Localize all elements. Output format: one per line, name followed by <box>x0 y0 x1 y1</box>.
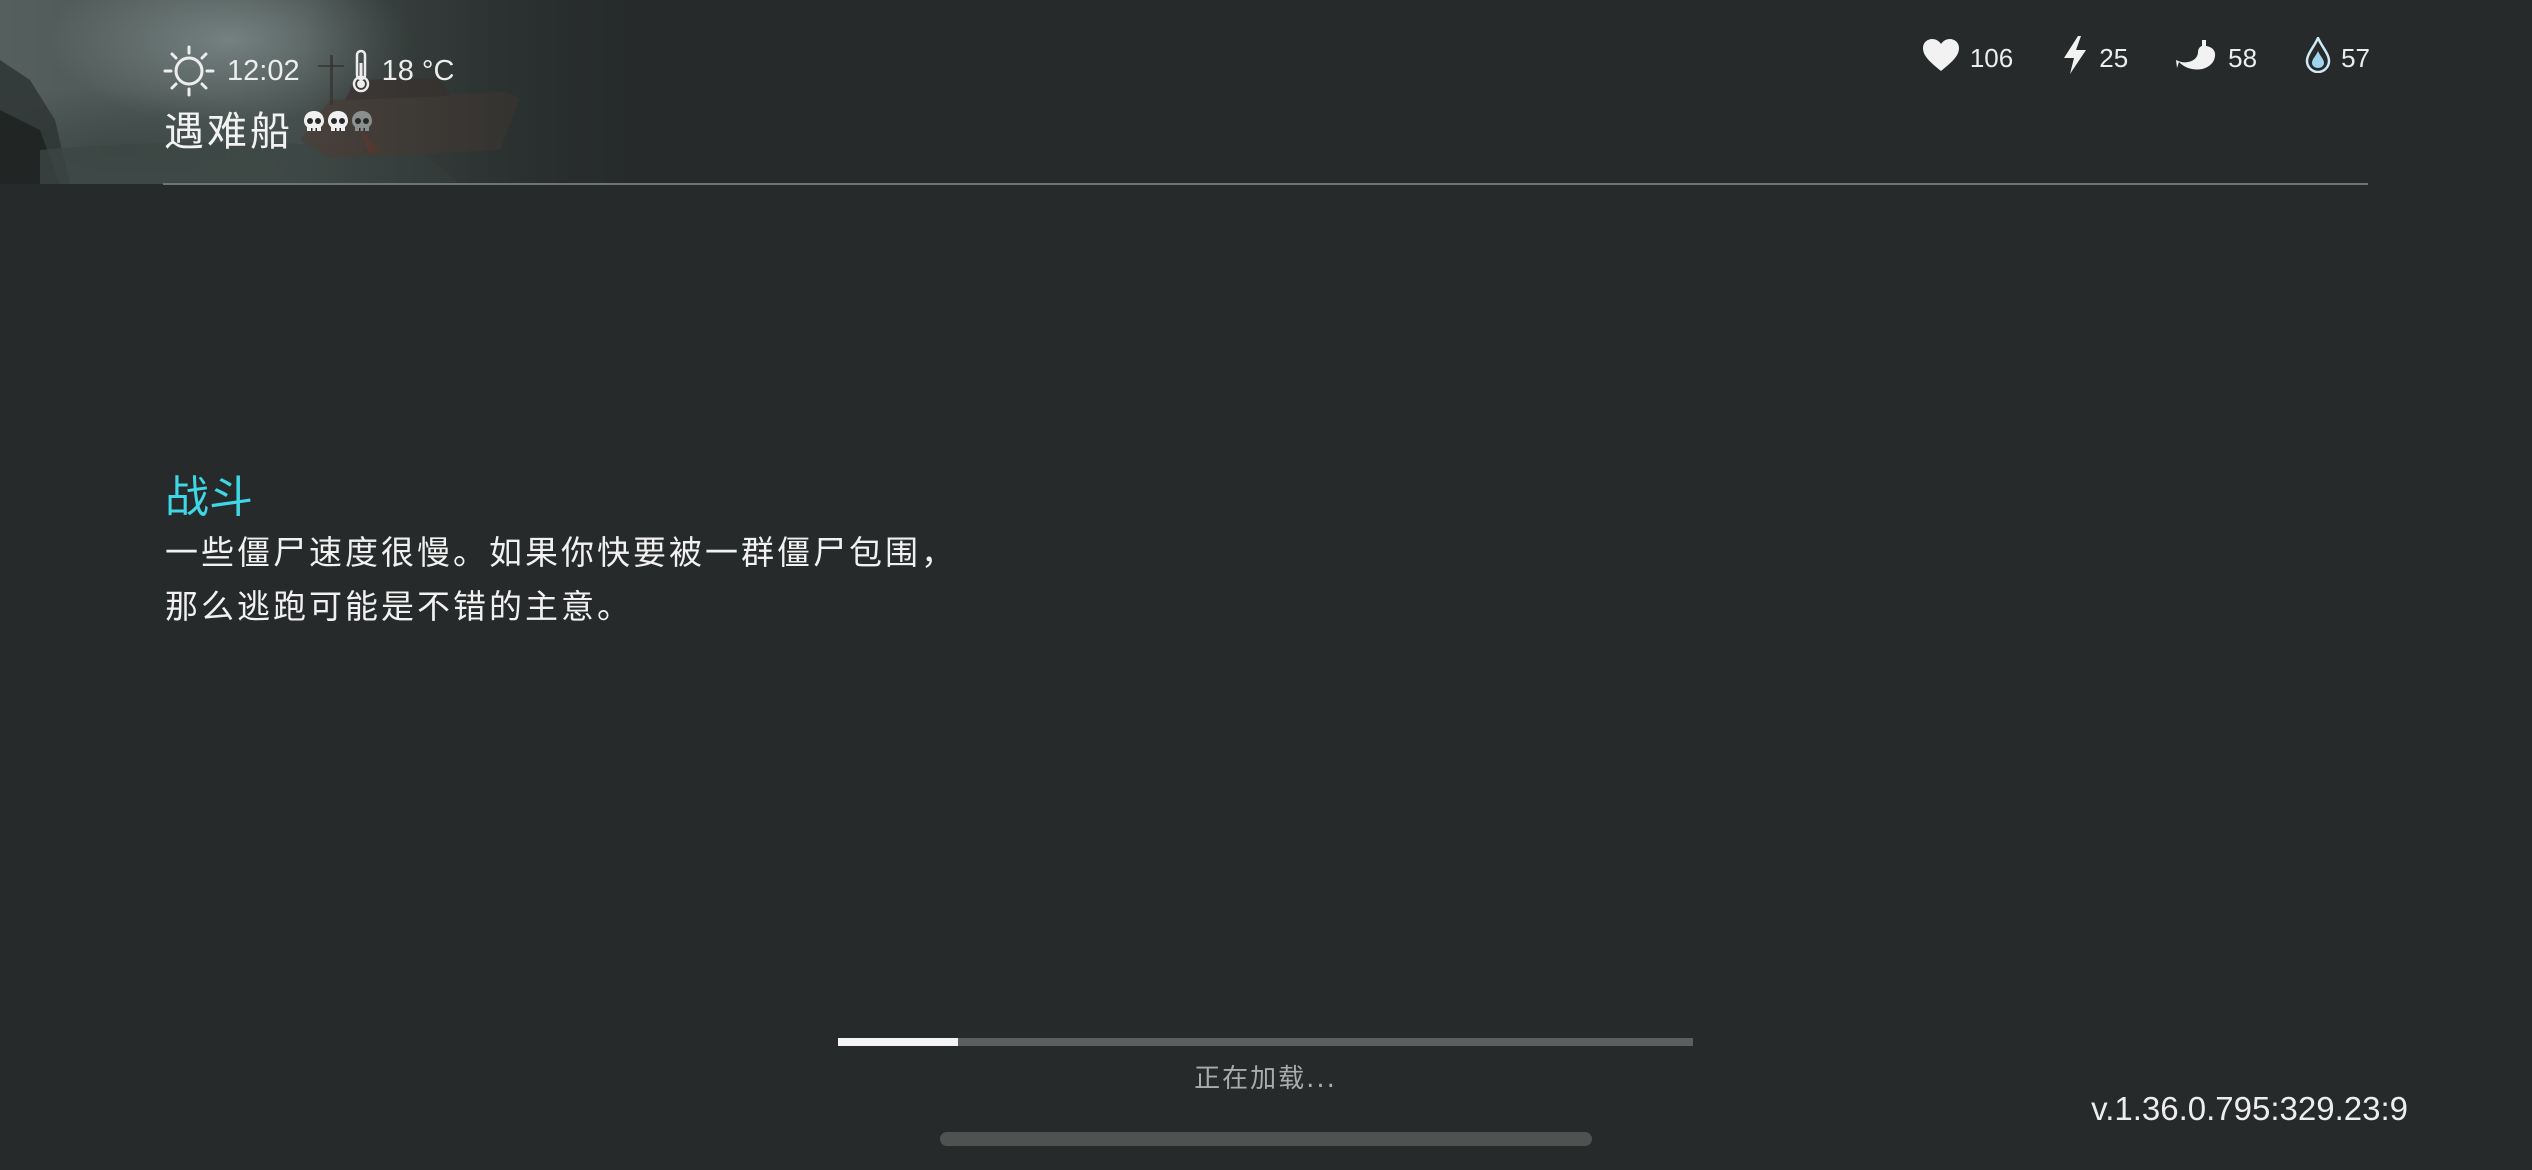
stomach-icon <box>2176 38 2218 79</box>
temperature-value: 18 °C <box>381 54 455 87</box>
energy-value: 25 <box>2099 42 2129 73</box>
water-stat: 57 <box>2305 34 2370 80</box>
tip-body: 一些僵尸速度很慢。如果你快要被一群僵尸包围， 那么逃跑可能是不错的主意。 <box>165 526 1065 634</box>
tip-line: 一些僵尸速度很慢。如果你快要被一群僵尸包围， <box>165 533 957 572</box>
skull-icon <box>327 110 349 138</box>
health-value: 106 <box>1969 42 2014 73</box>
water-value: 57 <box>2341 42 2370 73</box>
weather-status: 12:02 18 °C <box>163 45 455 97</box>
loading-progress-fill <box>838 1038 958 1046</box>
location-title: 遇难船 <box>164 108 373 156</box>
thermometer-icon <box>350 49 372 93</box>
version-label: v.1.36.0.795:329.23:9 <box>2091 1090 2408 1127</box>
sun-icon <box>163 45 215 97</box>
food-value: 58 <box>2228 42 2258 73</box>
water-drop-icon <box>2305 34 2331 80</box>
tip-line: 那么逃跑可能是不错的主意。 <box>165 587 633 626</box>
tip-title: 战斗 <box>165 472 253 523</box>
loading-label: 正在加载... <box>1194 1064 1337 1094</box>
heart-icon <box>1922 38 1960 79</box>
loading-progress-bar <box>838 1038 1693 1046</box>
player-stats: 106 25 58 57 <box>1874 34 2370 82</box>
home-indicator[interactable] <box>940 1132 1592 1146</box>
skull-icon <box>351 110 373 138</box>
energy-stat: 25 <box>2061 35 2128 82</box>
location-name: 遇难船 <box>164 109 293 155</box>
health-stat: 106 <box>1922 38 2013 79</box>
danger-level <box>303 110 373 138</box>
header-divider <box>163 183 2368 185</box>
loading-screen: 12:02 18 °C 遇难船 106 25 58 57 战斗 一些僵尸速度很慢… <box>0 0 2532 1170</box>
lightning-icon <box>2061 35 2089 82</box>
food-stat: 58 <box>2176 38 2257 79</box>
skull-icon <box>303 110 325 138</box>
game-time: 12:02 <box>227 54 300 87</box>
